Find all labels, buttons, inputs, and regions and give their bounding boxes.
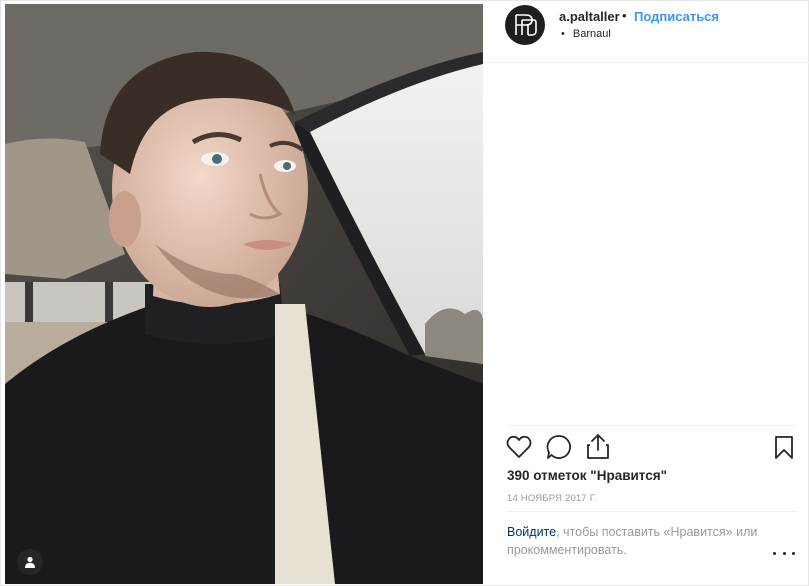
dot [782, 551, 786, 555]
divider [507, 511, 797, 512]
post-card: a.paltaller • Подписаться • Barnaul 390 … [0, 0, 809, 586]
dot [773, 551, 776, 555]
like-button[interactable] [506, 435, 532, 464]
share-button[interactable] [586, 433, 610, 465]
post-sidebar: a.paltaller • Подписаться • Barnaul 390 … [483, 1, 809, 586]
post-header: a.paltaller • Подписаться • Barnaul [483, 1, 809, 63]
post-photo[interactable] [5, 4, 483, 584]
dot [792, 551, 795, 555]
separator-dot: • [622, 8, 627, 23]
post-date[interactable]: 14 НОЯБРЯ 2017 Г. [507, 493, 597, 504]
comment-bubble-icon [546, 435, 571, 459]
avatar[interactable] [505, 5, 545, 45]
location-dot: • [561, 28, 565, 40]
save-button[interactable] [774, 435, 794, 465]
login-link[interactable]: Войдите [507, 525, 556, 539]
comment-button[interactable] [546, 434, 572, 465]
person-tag-icon [25, 556, 35, 568]
divider [507, 425, 797, 426]
username[interactable]: a.paltaller [559, 9, 620, 24]
share-upload-icon [587, 434, 609, 459]
bookmark-icon [775, 436, 793, 459]
monogram-logo-icon [515, 14, 537, 36]
photo-image [5, 4, 483, 584]
location-label: Barnaul [572, 28, 611, 40]
location[interactable]: • Barnaul [561, 28, 611, 40]
likes-count[interactable]: 390 отметок "Нравится" [507, 468, 667, 483]
tagged-people-badge[interactable] [17, 549, 43, 575]
login-prompt: Войдите, чтобы поставить «Нравится» или … [507, 523, 767, 559]
more-options-icon[interactable] [773, 546, 795, 560]
heart-icon [506, 435, 532, 458]
follow-button[interactable]: Подписаться [634, 9, 719, 24]
